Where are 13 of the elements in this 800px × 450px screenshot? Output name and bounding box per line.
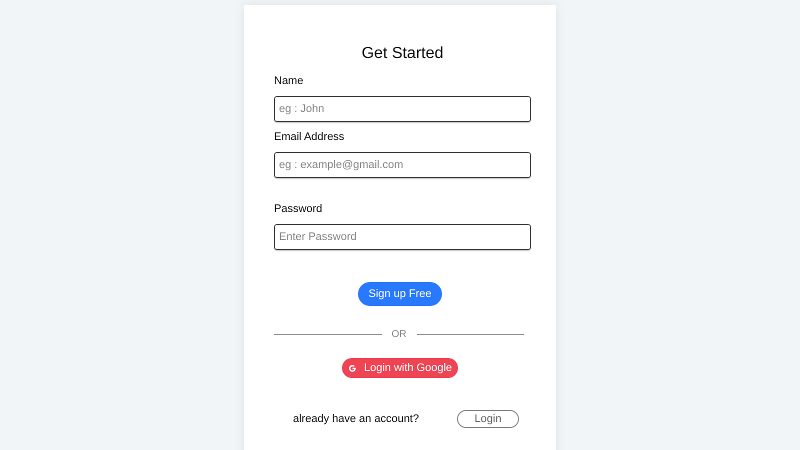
form-title: Get Started: [360, 45, 444, 63]
field-label: Email Address: [274, 131, 346, 143]
google-login-button[interactable]: Login with Google: [342, 358, 458, 378]
input-field[interactable]: eg : example@gmail.com: [274, 152, 531, 178]
input-field[interactable]: eg : John: [274, 96, 531, 122]
account-prompt: already have an account?: [293, 413, 419, 425]
field-label: Password: [274, 203, 324, 215]
signup-button[interactable]: Sign up Free: [358, 282, 442, 306]
divider-text: OR: [392, 329, 406, 340]
field-label: Name: [274, 75, 304, 87]
input-field[interactable]: Enter Password: [274, 224, 531, 250]
g-icon: [348, 364, 357, 372]
login-button[interactable]: Login: [456, 410, 519, 428]
